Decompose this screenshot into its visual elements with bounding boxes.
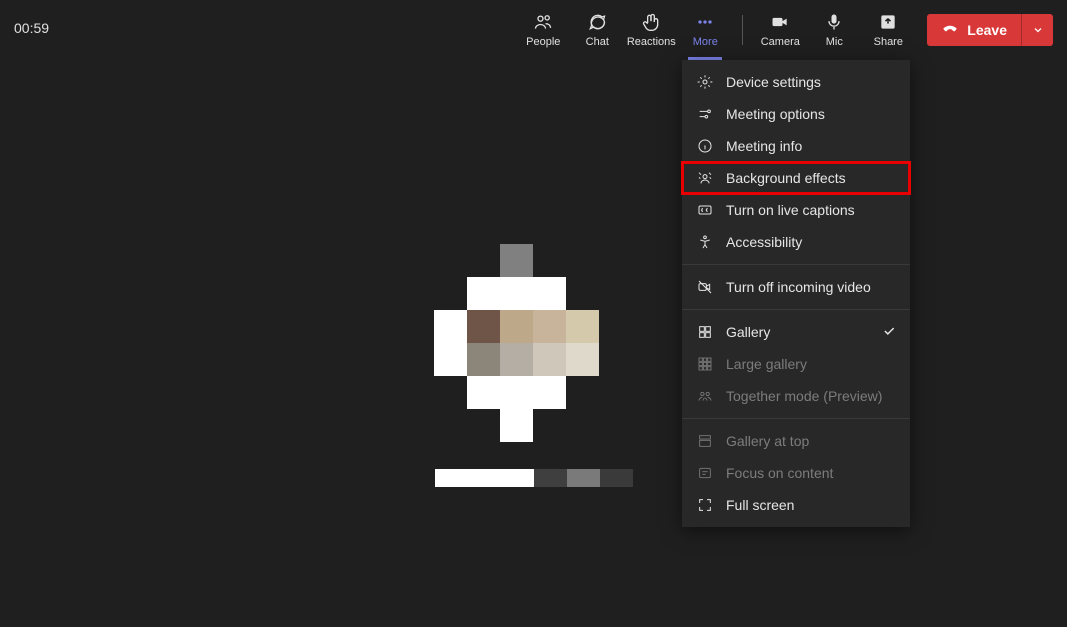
- menu-label: Device settings: [726, 74, 821, 90]
- toolbar-label: More: [693, 36, 718, 48]
- large-gallery-icon: [696, 355, 714, 373]
- menu-label: Gallery at top: [726, 433, 809, 449]
- menu-meeting-options[interactable]: Meeting options: [682, 98, 910, 130]
- chat-button[interactable]: Chat: [570, 2, 624, 58]
- camera-button[interactable]: Camera: [753, 2, 807, 58]
- reactions-icon: [641, 12, 661, 32]
- call-timer: 00:59: [14, 20, 49, 36]
- reactions-button[interactable]: Reactions: [624, 2, 678, 58]
- menu-large-gallery: Large gallery: [682, 348, 910, 380]
- menu-label: Together mode (Preview): [726, 388, 882, 404]
- toolbar-label: Chat: [586, 36, 609, 48]
- toolbar-label: Camera: [761, 36, 800, 48]
- menu-label: Full screen: [726, 497, 794, 513]
- menu-label: Meeting info: [726, 138, 802, 154]
- menu-meeting-info[interactable]: Meeting info: [682, 130, 910, 162]
- toolbar-divider: [742, 15, 743, 45]
- gallery-top-icon: [696, 432, 714, 450]
- menu-label: Large gallery: [726, 356, 807, 372]
- accessibility-icon: [696, 233, 714, 251]
- menu-full-screen[interactable]: Full screen: [682, 489, 910, 521]
- participant-name-strip: [435, 469, 633, 487]
- camera-icon: [770, 12, 790, 32]
- people-icon: [533, 12, 553, 32]
- gear-icon: [696, 73, 714, 91]
- gallery-icon: [696, 323, 714, 341]
- menu-separator: [682, 418, 910, 419]
- focus-icon: [696, 464, 714, 482]
- toolbar-label: Mic: [826, 36, 843, 48]
- check-icon: [882, 324, 896, 341]
- mic-button[interactable]: Mic: [807, 2, 861, 58]
- chevron-down-icon: [1032, 24, 1044, 36]
- people-button[interactable]: People: [516, 2, 570, 58]
- menu-separator: [682, 264, 910, 265]
- hangup-icon: [941, 21, 959, 39]
- menu-background-effects[interactable]: Background effects: [682, 162, 910, 194]
- menu-turn-off-incoming-video[interactable]: Turn off incoming video: [682, 271, 910, 303]
- toolbar-label: Reactions: [627, 36, 676, 48]
- chat-icon: [587, 12, 607, 32]
- menu-together-mode: Together mode (Preview): [682, 380, 910, 412]
- menu-device-settings[interactable]: Device settings: [682, 66, 910, 98]
- menu-label: Meeting options: [726, 106, 825, 122]
- menu-focus-on-content: Focus on content: [682, 457, 910, 489]
- menu-live-captions[interactable]: Turn on live captions: [682, 194, 910, 226]
- background-icon: [696, 169, 714, 187]
- menu-label: Accessibility: [726, 234, 802, 250]
- call-toolbar: People Chat Reactions: [516, 0, 1053, 60]
- info-icon: [696, 137, 714, 155]
- participant-video-placeholder: [434, 244, 634, 444]
- cc-icon: [696, 201, 714, 219]
- menu-accessibility[interactable]: Accessibility: [682, 226, 910, 258]
- menu-label: Turn on live captions: [726, 202, 855, 218]
- fullscreen-icon: [696, 496, 714, 514]
- menu-label: Focus on content: [726, 465, 833, 481]
- video-off-icon: [696, 278, 714, 296]
- menu-gallery[interactable]: Gallery: [682, 316, 910, 348]
- toolbar-label: People: [526, 36, 560, 48]
- sliders-icon: [696, 105, 714, 123]
- leave-label: Leave: [967, 22, 1007, 38]
- leave-dropdown-button[interactable]: [1021, 14, 1053, 46]
- leave-group: Leave: [927, 14, 1053, 46]
- share-button[interactable]: Share: [861, 2, 915, 58]
- top-bar: 00:59 People Chat: [0, 0, 1067, 60]
- menu-separator: [682, 309, 910, 310]
- share-icon: [878, 12, 898, 32]
- more-menu: Device settings Meeting options Meeting …: [682, 60, 910, 527]
- more-icon: [695, 12, 715, 32]
- mic-icon: [824, 12, 844, 32]
- together-icon: [696, 387, 714, 405]
- menu-label: Background effects: [726, 170, 846, 186]
- more-button[interactable]: More: [678, 2, 732, 58]
- menu-label: Gallery: [726, 324, 770, 340]
- menu-gallery-at-top: Gallery at top: [682, 425, 910, 457]
- menu-label: Turn off incoming video: [726, 279, 871, 295]
- toolbar-label: Share: [874, 36, 903, 48]
- leave-button[interactable]: Leave: [927, 14, 1021, 46]
